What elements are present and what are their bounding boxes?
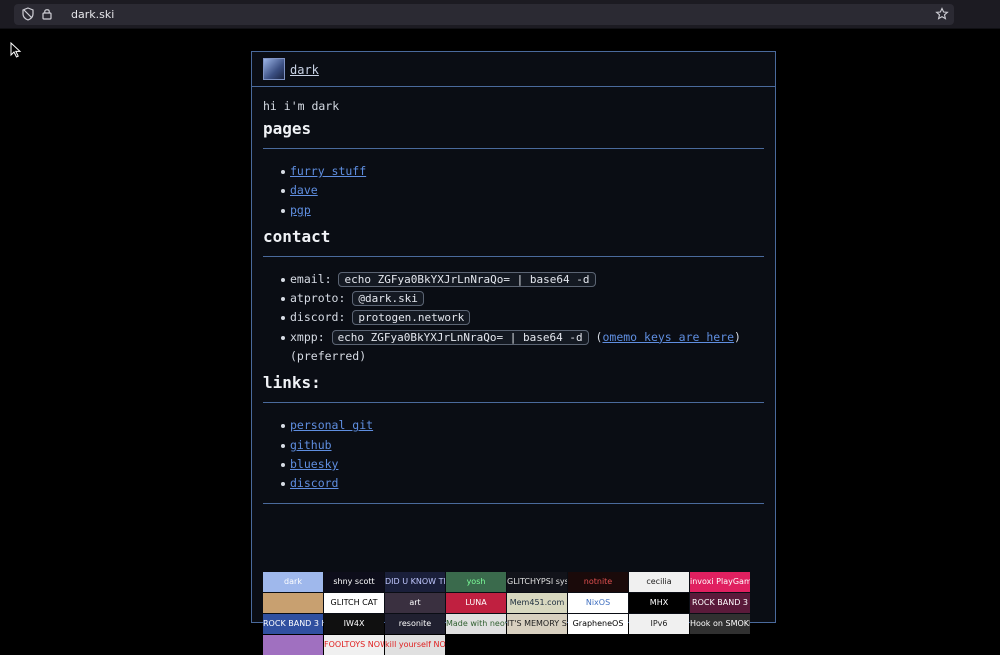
badge-button[interactable]: GLITCHYPSI system8 [507, 572, 567, 592]
list-item: discord [281, 474, 764, 493]
avatar [263, 58, 285, 80]
badge-button[interactable]: yosh [446, 572, 506, 592]
link-bluesky[interactable]: bluesky [290, 457, 338, 471]
pages-link-pgp[interactable]: pgp [290, 203, 311, 217]
tracking-shield-icon[interactable] [21, 7, 35, 21]
paren-close: ) [734, 329, 741, 344]
list-item: personal git [281, 416, 764, 435]
badge-button[interactable]: kill yourself NOW! [385, 635, 445, 655]
browser-toolbar: dark.ski [0, 0, 1000, 29]
badge-button[interactable]: art [385, 593, 445, 613]
omemo-keys-link[interactable]: omemo keys are here [602, 330, 734, 344]
email-code: echo ZGFya0BkYXJrLnNraQo= | base64 -d [338, 271, 596, 287]
contact-atproto: atproto: @dark.ski [281, 289, 764, 308]
page-card: dark hi i'm dark pages furry stuff dave … [251, 51, 776, 655]
contact-email: email: echo ZGFya0BkYXJrLnNraQo= | base6… [281, 270, 764, 289]
contact-label: discord: [290, 310, 346, 325]
badge-button[interactable]: ROCK BAND 3 [690, 593, 750, 613]
badge-button[interactable]: shny scott [324, 572, 384, 592]
xmpp-note: (preferred) [290, 349, 367, 364]
badge-button[interactable]: GLITCH CAT [324, 593, 384, 613]
list-item: bluesky [281, 455, 764, 474]
intro-text: hi i'm dark [263, 99, 340, 113]
badge-button[interactable]: Hook on SMOKE [690, 614, 750, 634]
url-text[interactable]: dark.ski [71, 7, 114, 22]
links-list: personal git github bluesky discord [263, 416, 764, 493]
badge-button[interactable]: cecilia [629, 572, 689, 592]
badge-button[interactable]: LUNA [446, 593, 506, 613]
pages-heading: pages [263, 119, 312, 138]
contact-list: email: echo ZGFya0BkYXJrLnNraQo= | base6… [263, 270, 764, 366]
badge-button[interactable]: GrapheneOS [568, 614, 628, 634]
list-item: pgp [281, 201, 764, 220]
list-item: furry stuff [281, 162, 764, 181]
link-personal-git[interactable]: personal git [290, 418, 373, 432]
badge-button[interactable]: resonite [385, 614, 445, 634]
contact-label: email: [290, 271, 332, 286]
badge-button[interactable]: Mem451.com [507, 593, 567, 613]
badge-button[interactable]: DID U KNOW THAT U CAN HACK UR BOX [385, 572, 445, 592]
pages-link-furry[interactable]: furry stuff [290, 164, 366, 178]
contact-heading: contact [263, 226, 331, 246]
lock-icon[interactable] [40, 7, 54, 21]
badge-button[interactable]: NixOS [568, 593, 628, 613]
badge-button[interactable]: IT'S MEMORY SAFE [507, 614, 567, 634]
badge-button[interactable]: MHX [629, 593, 689, 613]
link-github[interactable]: github [290, 438, 332, 452]
badge-button[interactable]: notnite [568, 572, 628, 592]
badge-button[interactable]: FOOLTOYS NOW! [324, 635, 384, 655]
home-link[interactable]: dark [290, 62, 319, 78]
badge-button[interactable]: ROCK BAND 3 DECOMP [263, 614, 323, 634]
discord-code: protogen.network [352, 310, 471, 326]
links-heading: links: [263, 373, 321, 393]
list-item: github [281, 436, 764, 455]
url-bar[interactable]: dark.ski [14, 4, 954, 25]
contact-label: atproto: [290, 291, 346, 306]
badge-button[interactable] [263, 593, 323, 613]
site-header: dark [252, 52, 775, 87]
link-discord[interactable]: discord [290, 476, 338, 490]
pages-link-dave[interactable]: dave [290, 183, 318, 197]
pages-list: furry stuff dave pgp [263, 162, 764, 220]
contact-xmpp: xmpp: echo ZGFya0BkYXJrLnNraQo= | base64… [281, 328, 764, 367]
list-item: dave [281, 181, 764, 200]
atproto-code: @dark.ski [352, 291, 424, 307]
contact-discord: discord: protogen.network [281, 308, 764, 327]
divider [263, 255, 764, 257]
badge-button[interactable]: IPv6 [629, 614, 689, 634]
badge-button[interactable]: Made with neovim [446, 614, 506, 634]
badge-button[interactable]: invoxi PlayGames [690, 572, 750, 592]
divider [263, 402, 764, 404]
badge-button[interactable] [263, 635, 323, 655]
mouse-cursor-icon [10, 42, 22, 58]
divider [263, 148, 764, 149]
contact-label: xmpp: [290, 329, 325, 344]
badge-button[interactable]: dark [263, 572, 323, 592]
divider [263, 502, 764, 504]
bookmark-star-icon[interactable] [935, 7, 949, 21]
badge-button[interactable]: IW4X [324, 614, 384, 634]
xmpp-code: echo ZGFya0BkYXJrLnNraQo= | base64 -d [331, 329, 589, 345]
